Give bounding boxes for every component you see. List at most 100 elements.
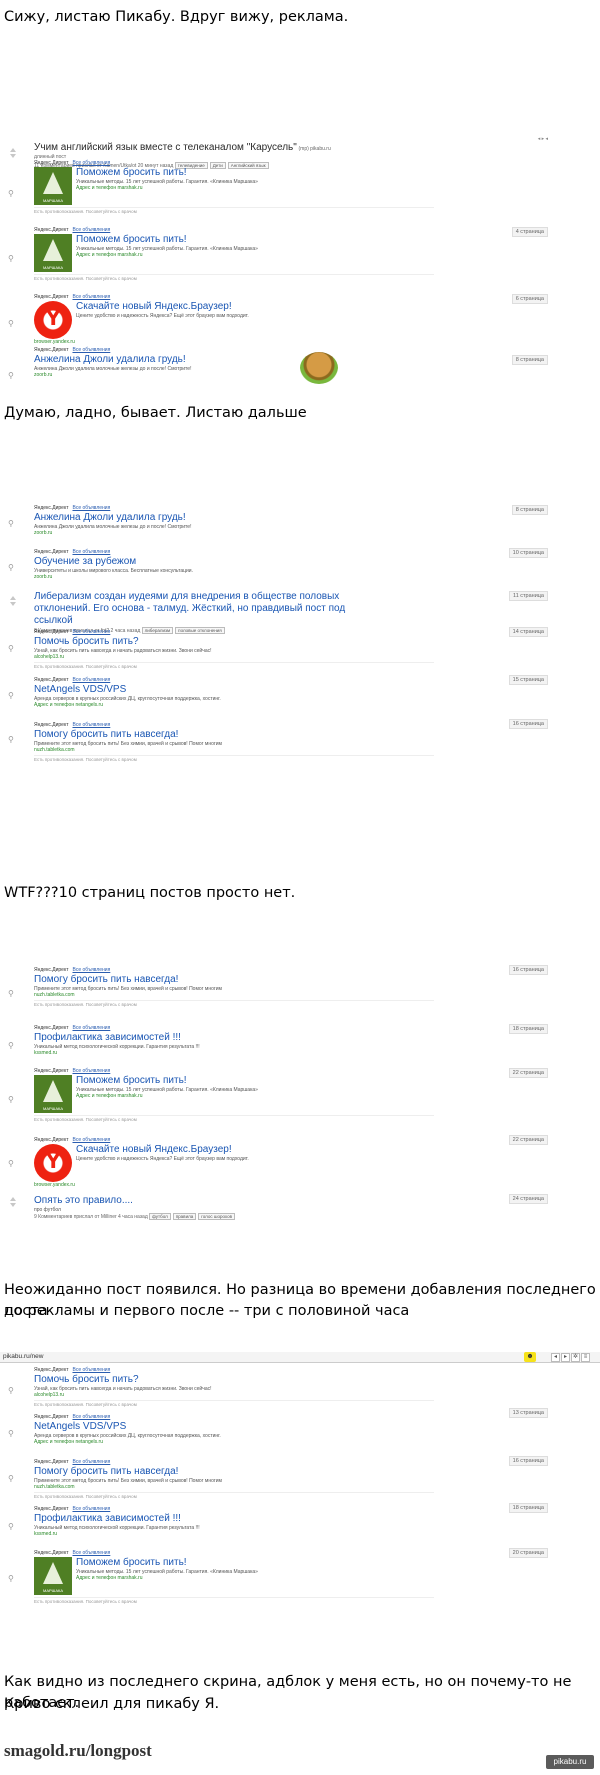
post-title[interactable]: Учим английский язык вместе с телеканало… <box>34 142 297 153</box>
browser-address-bar: pikabu.ru/new ☻ ◂ ▸ ✲ ≡ <box>0 1352 600 1363</box>
ad-title[interactable]: Обучение за рубежом <box>34 556 454 568</box>
ad-block: Яндекс.Директ Все объявления Помогу броси… <box>34 722 454 762</box>
ad-title[interactable]: Помогу бросить пить навсегда! <box>34 974 454 986</box>
pin-icon: ⚲ <box>8 1041 14 1050</box>
ad-all-link[interactable]: Все объявления <box>72 1367 110 1373</box>
ad-header: Яндекс.Директ <box>34 1137 69 1143</box>
ad-url[interactable]: alcohelp13.ru <box>34 654 454 660</box>
address-url[interactable]: pikabu.ru/new <box>3 1353 43 1360</box>
ad-all-link[interactable]: Все объявления <box>72 294 110 300</box>
ad-all-link[interactable]: Все объявления <box>72 1025 110 1031</box>
ad-title[interactable]: Скачайте новый Яндекс.Браузер! <box>52 1144 454 1156</box>
vote-controls[interactable] <box>8 148 18 162</box>
ad-all-link[interactable]: Все объявления <box>72 677 110 683</box>
ad-url[interactable]: nuzh.tabletka.com <box>34 992 454 998</box>
ad-all-link[interactable]: Все объявления <box>72 967 110 973</box>
ad-all-link[interactable]: Все объявления <box>72 549 110 555</box>
pin-icon: ⚲ <box>8 1095 14 1104</box>
pin-icon: ⚲ <box>8 519 14 528</box>
ad-all-link[interactable]: Все объявления <box>72 227 110 233</box>
ad-url[interactable]: nuzh.tabletka.com <box>34 747 454 753</box>
page-badge: 16 страница <box>508 965 548 975</box>
ad-title[interactable]: Профилактика зависимостей !!! <box>34 1032 454 1044</box>
ad-title[interactable]: Поможем бросить пить! <box>34 167 454 179</box>
upvote-icon[interactable] <box>10 1197 16 1201</box>
menu-icon[interactable]: ≡ <box>581 1353 590 1362</box>
ad-all-link[interactable]: Все объявления <box>72 1550 110 1556</box>
ad-all-link[interactable]: Все объявления <box>72 160 110 166</box>
ad-title[interactable]: Анжелина Джоли удалила грудь! <box>34 512 454 524</box>
ad-all-link[interactable]: Все объявления <box>72 1414 110 1420</box>
ad-block: Яндекс.Директ Все объявления Y Скачайте н… <box>34 294 454 345</box>
ad-url[interactable]: Адрес и телефон marshak.ru <box>34 185 454 191</box>
tag[interactable]: голос шорохов <box>198 1213 236 1220</box>
ad-all-link[interactable]: Все объявления <box>72 629 110 635</box>
ad-url[interactable]: Адрес и телефон marshak.ru <box>34 1093 454 1099</box>
ad-header: Яндекс.Директ <box>34 549 69 555</box>
ad-title[interactable]: Поможем бросить пить! <box>34 1557 454 1569</box>
ad-url[interactable]: Адрес и телефон marshak.ru <box>34 252 454 258</box>
ad-all-link[interactable]: Все объявления <box>72 347 110 353</box>
ad-title[interactable]: Профилактика зависимостей !!! <box>34 1513 454 1525</box>
ad-url[interactable]: zoorb.ru <box>34 530 454 536</box>
ad-block: Яндекс.Директ Все объявления Профилактика… <box>34 1025 454 1056</box>
upvote-icon[interactable] <box>10 596 16 600</box>
ad-block: Яндекс.Директ Все объявления Помогу броси… <box>34 967 454 1007</box>
pin-icon: ⚲ <box>8 371 14 380</box>
ad-url[interactable]: alcohelp13.ru <box>34 1392 454 1398</box>
post-title[interactable]: Опять это правило.... <box>34 1195 454 1207</box>
ad-header: Яндекс.Директ <box>34 160 69 166</box>
ad-url[interactable]: zoorb.ru <box>34 372 454 378</box>
ad-footer: Есть противопоказания. Посоветуйтесь с в… <box>34 1597 434 1604</box>
ad-title[interactable]: Помогу бросить пить навсегда! <box>34 1466 454 1478</box>
ad-url[interactable]: Адрес и телефон netangels.ru <box>34 702 454 708</box>
ad-title[interactable]: Помочь бросить пить? <box>34 636 454 648</box>
ad-block: Яндекс.Директ Все объявления МАРШАКА Помо… <box>34 160 454 214</box>
ad-block: Яндекс.Директ Все объявления Анжелина Джо… <box>34 347 454 378</box>
vote-controls[interactable] <box>8 596 18 610</box>
ad-header: Яндекс.Директ <box>34 1068 69 1074</box>
forward-icon[interactable]: ▸ <box>561 1353 570 1362</box>
page-badge: 22 страница <box>508 1068 548 1078</box>
ad-all-link[interactable]: Все объявления <box>72 722 110 728</box>
downvote-icon[interactable] <box>10 154 16 158</box>
back-icon[interactable]: ◂ <box>551 1353 560 1362</box>
ad-url[interactable]: Адрес и телефон netangels.ru <box>34 1439 454 1445</box>
ad-all-link[interactable]: Все объявления <box>72 1068 110 1074</box>
ad-all-link[interactable]: Все объявления <box>72 1506 110 1512</box>
ad-url[interactable]: browser.yandex.ru <box>34 339 454 345</box>
ad-all-link[interactable]: Все объявления <box>72 1137 110 1143</box>
ad-url[interactable]: browser.yandex.ru <box>34 1182 454 1188</box>
ad-url[interactable]: kssmed.ru <box>34 1050 454 1056</box>
ad-header: Яндекс.Директ <box>34 722 69 728</box>
post-meta: 9 Комментариев прислал от Milliner 4 час… <box>34 1214 148 1220</box>
ad-url[interactable]: nuzh.tabletka.com <box>34 1484 454 1490</box>
adblock-icon[interactable]: ☻ <box>524 1352 536 1362</box>
tag[interactable]: правила <box>172 1213 197 1220</box>
vote-controls[interactable] <box>8 1197 18 1211</box>
ad-title[interactable]: NetAngels VDS/VPS <box>34 684 454 696</box>
ad-url[interactable]: kssmed.ru <box>34 1531 454 1537</box>
ad-title[interactable]: Скачайте новый Яндекс.Браузер! <box>52 301 454 313</box>
post-title[interactable]: Либерализм создан иудеями для внедрения … <box>34 591 374 627</box>
tag[interactable]: футбол <box>149 1213 171 1220</box>
ad-title[interactable]: Помогу бросить пить навсегда! <box>34 729 454 741</box>
ad-url[interactable]: zoorb.ru <box>34 574 454 580</box>
ad-all-link[interactable]: Все объявления <box>72 1459 110 1465</box>
ad-header: Яндекс.Директ <box>34 1414 69 1420</box>
ad-all-link[interactable]: Все объявления <box>72 505 110 511</box>
page-badge: 24 страница <box>508 1194 548 1204</box>
ad-title[interactable]: NetAngels VDS/VPS <box>34 1421 454 1433</box>
toolbar-icons: ◂ ▸ ◂ <box>537 136 548 142</box>
ad-url[interactable]: Адрес и телефон marshak.ru <box>34 1575 454 1581</box>
ad-title[interactable]: Помочь бросить пить? <box>34 1374 454 1386</box>
downvote-icon[interactable] <box>10 602 16 606</box>
yandex-browser-logo: Y <box>34 1144 72 1182</box>
upvote-icon[interactable] <box>10 148 16 152</box>
screenshot-3: 16 страница ⚲ Яндекс.Директ Все объявлени… <box>0 965 600 1255</box>
ad-title[interactable]: Поможем бросить пить! <box>34 234 454 246</box>
settings-icon[interactable]: ✲ <box>571 1353 580 1362</box>
ad-title[interactable]: Поможем бросить пить! <box>34 1075 454 1087</box>
ad-title[interactable]: Анжелина Джоли удалила грудь! <box>34 354 454 366</box>
downvote-icon[interactable] <box>10 1203 16 1207</box>
